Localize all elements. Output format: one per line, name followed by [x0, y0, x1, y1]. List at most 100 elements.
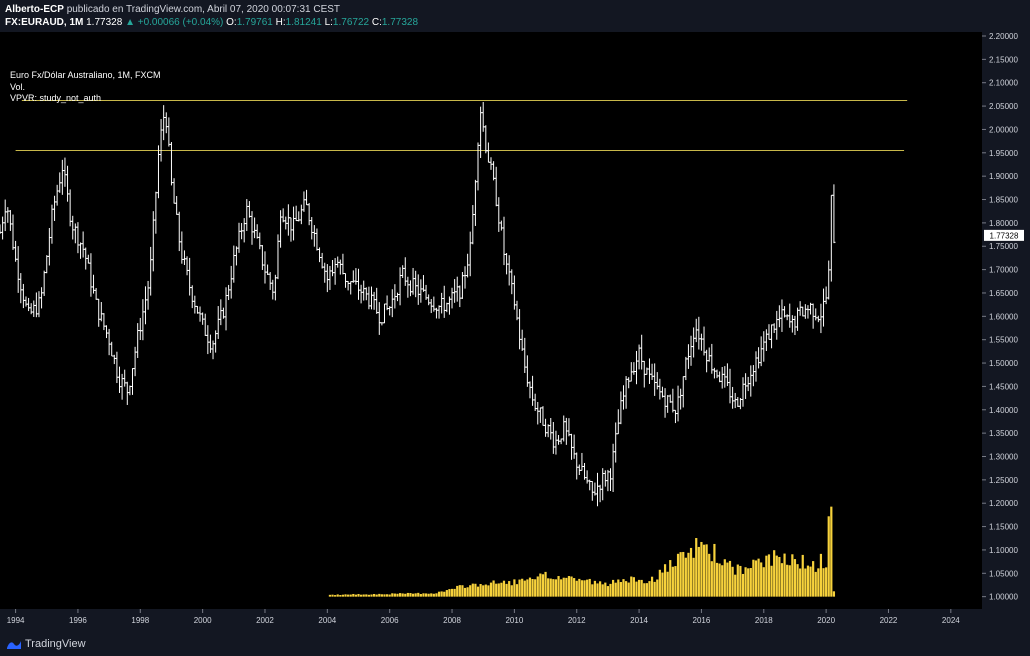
- time-tick-label: 2022: [880, 616, 898, 625]
- price-tick-label: 1.60000: [989, 312, 1018, 321]
- volume-bar: [513, 579, 516, 597]
- volume-bar: [791, 554, 794, 597]
- volume-bar: [697, 546, 700, 597]
- volume-bar: [736, 564, 739, 597]
- price-tick-label: 1.45000: [989, 382, 1018, 391]
- volume-bar: [393, 593, 396, 597]
- price-tick-label: 1.70000: [989, 266, 1018, 275]
- close-value: 1.77328: [381, 17, 419, 28]
- time-tick-label: 2010: [505, 616, 523, 625]
- volume-bar: [549, 578, 552, 597]
- volume-bar: [567, 576, 571, 597]
- volume-bar: [560, 579, 563, 597]
- volume-bar: [557, 576, 560, 597]
- volume-bar: [463, 587, 467, 597]
- volume-bar: [362, 594, 365, 597]
- volume-bar: [596, 583, 599, 597]
- high-label: H:: [275, 17, 286, 28]
- author-name[interactable]: Alberto-ECP: [5, 4, 64, 15]
- volume-bar: [832, 591, 836, 597]
- volume-bar: [814, 571, 817, 597]
- open-label: O:: [226, 17, 237, 28]
- volume-bar: [526, 579, 529, 597]
- volume-bar: [718, 563, 721, 597]
- volume-bar: [409, 593, 412, 597]
- volume-bar: [492, 580, 495, 597]
- volume-bar: [666, 571, 669, 597]
- low-value: 1.76722: [332, 17, 370, 28]
- volume-bar: [334, 595, 337, 597]
- volume-bar: [388, 594, 391, 597]
- volume-bar: [580, 580, 584, 597]
- high-value: 1.81241: [285, 17, 322, 28]
- tradingview-brand: TradingView: [25, 638, 86, 650]
- volume-bar: [721, 565, 724, 597]
- last-price: 1.77328: [86, 17, 123, 28]
- legend-volume[interactable]: Vol.: [10, 82, 161, 94]
- volume-bar: [487, 585, 490, 597]
- volume-bar: [825, 567, 828, 597]
- price-axis-panel[interactable]: [982, 32, 1030, 631]
- volume-bar: [812, 561, 815, 597]
- price-chart[interactable]: 2.20000 2.15000 2.10000 2.05000 2.00000 1.950…: [0, 32, 1030, 631]
- volume-bar: [482, 585, 485, 597]
- volume-bar: [773, 550, 776, 597]
- price-tick-label: 2.20000: [989, 32, 1018, 41]
- volume-bar: [534, 579, 537, 597]
- volume-bar: [385, 594, 389, 597]
- price-tick-label: 1.05000: [989, 569, 1018, 578]
- time-tick-label: 1994: [7, 616, 25, 625]
- volume-bar: [770, 565, 773, 597]
- volume-bar: [801, 554, 804, 597]
- volume-bar: [723, 559, 726, 597]
- volume-bar: [365, 594, 368, 597]
- volume-bar: [705, 544, 708, 597]
- plot-background: [0, 32, 982, 609]
- tradingview-logo[interactable]: TradingView: [6, 637, 86, 651]
- volume-bar: [565, 577, 568, 597]
- publish-info: Alberto-ECP publicado en TradingView.com…: [5, 4, 340, 15]
- volume-bar: [609, 583, 612, 597]
- volume-bar: [713, 543, 716, 597]
- price-change: ▲ +0.00066 (+0.04%): [125, 17, 224, 28]
- chart-area[interactable]: 2.20000 2.15000 2.10000 2.05000 2.00000 1.950…: [0, 32, 1030, 631]
- volume-bar: [497, 583, 500, 597]
- volume-bar: [671, 566, 674, 597]
- volume-bar: [461, 585, 464, 597]
- symbol-label: FX:EURAUD, 1M: [5, 17, 84, 28]
- volume-bar: [767, 554, 771, 597]
- volume-bar: [752, 559, 755, 597]
- volume-bar: [702, 544, 706, 597]
- volume-bar: [471, 583, 474, 597]
- volume-bar: [427, 593, 430, 597]
- volume-bar: [606, 586, 610, 597]
- volume-bar: [804, 568, 807, 597]
- time-tick-label: 2002: [256, 616, 274, 625]
- volume-bar: [531, 579, 534, 597]
- time-tick-label: 2018: [755, 616, 773, 625]
- volume-bar: [432, 593, 435, 597]
- price-tick-label: 2.05000: [989, 102, 1018, 111]
- volume-bar: [793, 559, 797, 597]
- volume-bar: [775, 555, 778, 597]
- volume-bar: [715, 562, 719, 597]
- volume-bar: [614, 582, 617, 597]
- volume-bar: [656, 579, 659, 597]
- legend-title[interactable]: Euro Fx/Dólar Australiano, 1M, FXCM: [10, 70, 161, 82]
- volume-bar: [762, 567, 765, 597]
- volume-bar: [456, 585, 459, 597]
- volume-bar: [669, 560, 672, 597]
- legend-vpvr[interactable]: VPVR: study_not_auth: [10, 93, 161, 105]
- volume-bar: [799, 568, 802, 597]
- volume-bar: [440, 591, 443, 597]
- volume-bar: [484, 584, 487, 597]
- volume-bar: [687, 552, 690, 597]
- volume-bar: [360, 594, 363, 597]
- volume-bar: [809, 566, 812, 597]
- chart-legend: Euro Fx/Dólar Australiano, 1M, FXCM Vol.…: [10, 70, 161, 105]
- volume-bar: [627, 582, 630, 597]
- volume-bar: [783, 553, 786, 597]
- volume-bar: [749, 568, 752, 597]
- volume-bar: [474, 583, 477, 597]
- volume-bar: [523, 580, 526, 597]
